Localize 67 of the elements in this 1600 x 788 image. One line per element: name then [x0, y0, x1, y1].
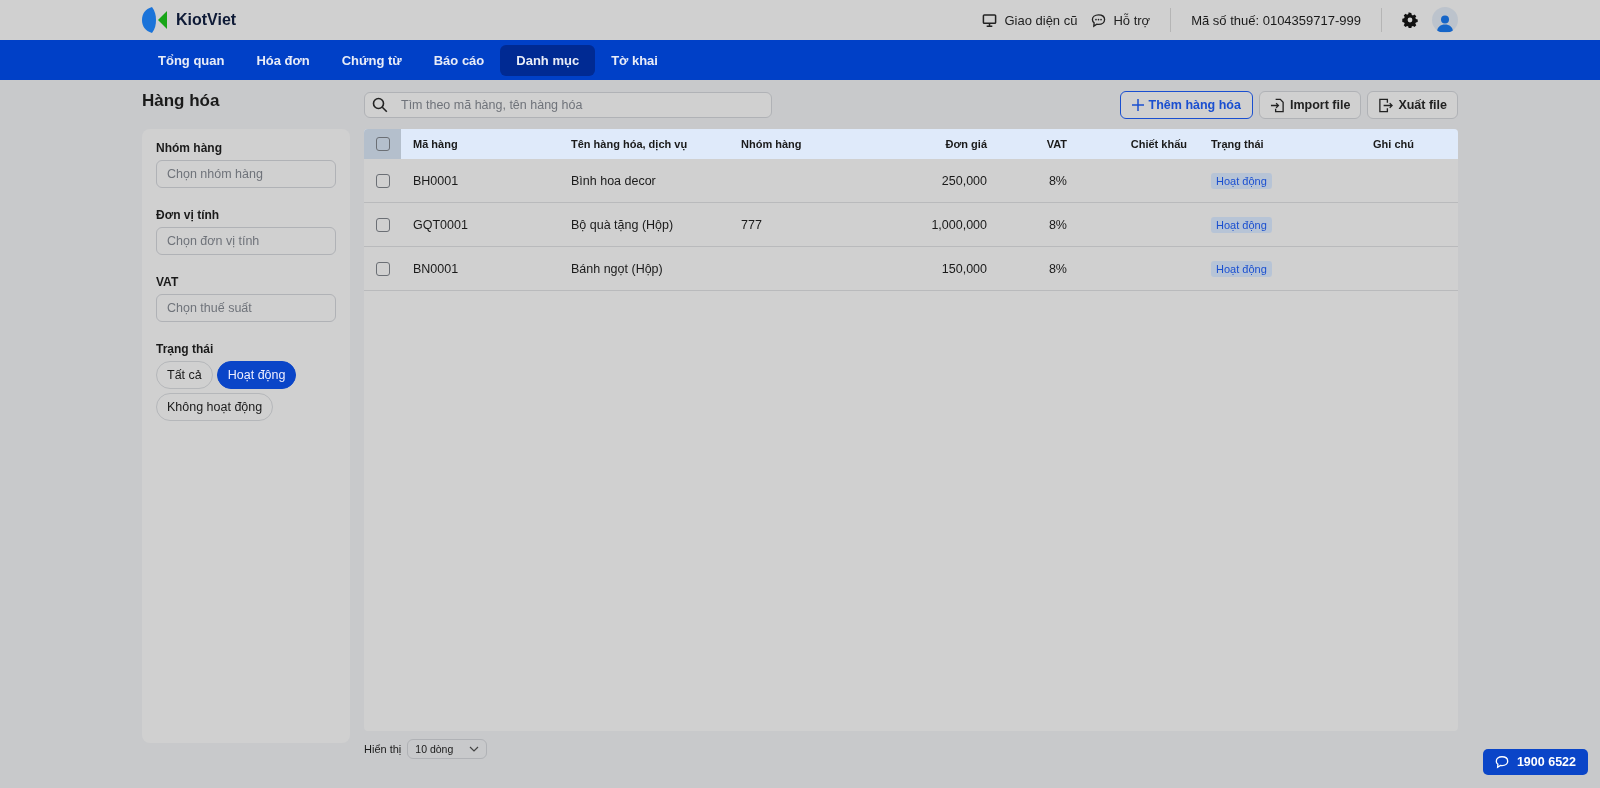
- column-header: Tên hàng hóa, dịch vụ: [571, 138, 688, 150]
- table-cell: 8%: [1048, 217, 1067, 232]
- table-cell: 250,000: [941, 173, 987, 188]
- row-checkbox[interactable]: [375, 173, 390, 188]
- nav-tab[interactable]: Danh mục: [500, 44, 596, 76]
- table-cell: BH0001: [413, 173, 459, 188]
- column-header: Ghi chú: [1373, 138, 1414, 150]
- status-tag: Hoạt động: [1211, 260, 1272, 277]
- table-cell: Bộ quà tặng (Hộp): [571, 217, 674, 232]
- status-tag: Hoạt động: [1211, 216, 1272, 233]
- status-chip[interactable]: Tất cả: [156, 361, 213, 389]
- import-icon: [1269, 97, 1285, 113]
- filter-label: Nhóm hàng: [156, 141, 223, 155]
- old-interface-link[interactable]: Giao diện cũ: [982, 12, 1078, 28]
- table-cell: 150,000: [941, 261, 987, 276]
- row-checkbox[interactable]: [375, 217, 390, 232]
- table-cell: Bình hoa decor: [571, 173, 656, 188]
- page-size-label: Hiển thị: [364, 743, 402, 755]
- filter-label: VAT: [156, 275, 180, 289]
- tax-id: Mã số thuế: 0104359717-999: [1191, 12, 1361, 28]
- settings-icon[interactable]: [1402, 12, 1418, 28]
- column-header: Nhóm hàng: [741, 138, 802, 150]
- hotline-button[interactable]: 1900 6522: [1482, 749, 1588, 775]
- table-cell: 1,000,000: [931, 217, 987, 232]
- page-title: Hàng hóa: [142, 91, 221, 111]
- filter-field[interactable]: Chọn đơn vị tính: [156, 227, 336, 255]
- search-icon: [372, 97, 388, 113]
- plus-icon: [1131, 99, 1144, 111]
- page-size-select[interactable]: 10 dòng: [407, 739, 488, 759]
- nav-tab[interactable]: Hóa đơn: [240, 44, 326, 76]
- column-header: Chiết khấu: [1130, 138, 1187, 150]
- export-icon: [1378, 97, 1394, 113]
- filter-field[interactable]: Chọn nhóm hàng: [156, 160, 336, 188]
- caret-icon: [469, 746, 480, 752]
- column-header: Đơn giá: [945, 138, 987, 150]
- logo-icon: [142, 6, 168, 34]
- filter-label: Đơn vị tính: [156, 208, 221, 222]
- column-header: Trạng thái: [1211, 138, 1264, 150]
- status-tag: Hoạt động: [1211, 172, 1272, 189]
- support-link[interactable]: Hỗ trợ: [1091, 12, 1151, 28]
- search-field[interactable]: Tìm theo mã hàng, tên hàng hóa: [364, 92, 772, 118]
- table-cell: GQT0001: [413, 217, 468, 232]
- user-avatar[interactable]: [1432, 7, 1458, 33]
- chat-icon: [1494, 755, 1509, 769]
- table-cell: 8%: [1048, 261, 1067, 276]
- column-header: Mã hàng: [413, 138, 458, 150]
- status-chip[interactable]: Không hoạt động: [156, 393, 274, 421]
- nav-tab[interactable]: Báo cáo: [417, 44, 501, 76]
- export-button[interactable]: Xuất file: [1367, 91, 1458, 119]
- add-product-button[interactable]: Thêm hàng hóa: [1119, 91, 1253, 119]
- filter-label: Trạng thái: [156, 342, 215, 356]
- monitor-icon: [982, 12, 998, 28]
- nav-tab[interactable]: Tờ khai: [595, 44, 674, 76]
- table-cell: Bánh ngọt (Hộp): [571, 261, 663, 276]
- import-button[interactable]: Import file: [1258, 91, 1362, 119]
- select-all-checkbox[interactable]: [375, 137, 390, 151]
- table-cell: 8%: [1048, 173, 1067, 188]
- column-header: VAT: [1046, 138, 1067, 150]
- brand-name: KiotViet: [176, 11, 237, 29]
- filter-field[interactable]: Chọn thuế suất: [156, 294, 336, 322]
- row-checkbox[interactable]: [375, 261, 390, 276]
- status-chip[interactable]: Hoạt động: [216, 361, 297, 389]
- table-cell: BN0001: [413, 261, 459, 276]
- nav-tab[interactable]: Tổng quan: [142, 44, 241, 76]
- chat-icon: [1091, 12, 1107, 28]
- table-cell: 777: [741, 217, 762, 232]
- nav-tab[interactable]: Chứng từ: [325, 44, 418, 76]
